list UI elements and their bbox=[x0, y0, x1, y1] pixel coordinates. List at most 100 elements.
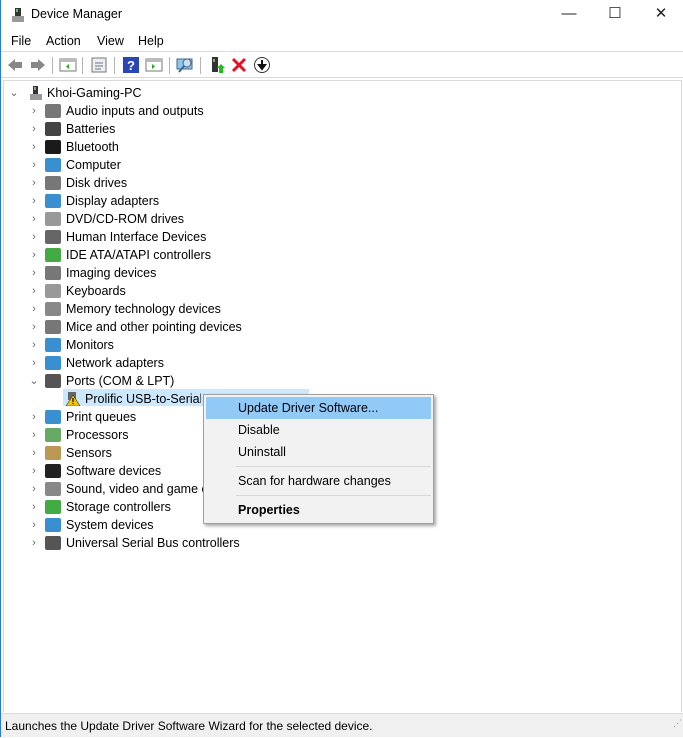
tree-item-mice-and-other-pointing-devices[interactable]: › Mice and other pointing devices bbox=[1, 318, 301, 336]
device-manager-window: Device Manager — ☐ ✕ File Action View He… bbox=[0, 0, 683, 737]
storage-controllers-icon bbox=[45, 500, 61, 514]
chevron-right-icon[interactable]: › bbox=[29, 174, 39, 192]
human-interface-devices-icon bbox=[45, 230, 61, 244]
forward-icon[interactable] bbox=[29, 56, 47, 74]
chevron-right-icon[interactable]: › bbox=[29, 354, 39, 372]
resize-grip-icon[interactable]: ⋰ bbox=[673, 711, 682, 735]
chevron-right-icon[interactable]: › bbox=[29, 210, 39, 228]
menu-item-update-driver[interactable]: Update Driver Software... bbox=[206, 397, 431, 419]
title-bar: Device Manager — ☐ ✕ bbox=[1, 0, 683, 30]
system-devices-icon bbox=[45, 518, 61, 532]
chevron-right-icon[interactable]: › bbox=[29, 336, 39, 354]
menu-item-disable[interactable]: Disable bbox=[206, 419, 431, 441]
chevron-right-icon[interactable]: › bbox=[29, 264, 39, 282]
tree-root[interactable]: ⌄ Khoi-Gaming-PC bbox=[1, 84, 301, 102]
disk-drives-icon bbox=[45, 176, 61, 190]
menu-bar: File Action View Help bbox=[1, 30, 683, 52]
properties-icon[interactable] bbox=[90, 56, 108, 74]
chevron-right-icon[interactable]: › bbox=[29, 192, 39, 210]
audio-inputs-and-outputs-icon bbox=[45, 104, 61, 118]
menu-item-properties[interactable]: Properties bbox=[206, 499, 431, 521]
chevron-right-icon[interactable]: › bbox=[29, 300, 39, 318]
chevron-right-icon[interactable]: › bbox=[29, 408, 39, 426]
tree-item-dvd-cd-rom-drives[interactable]: › DVD/CD-ROM drives bbox=[1, 210, 301, 228]
tree-item-label: Batteries bbox=[66, 122, 116, 136]
mice-and-other-pointing-devices-icon bbox=[45, 320, 61, 334]
memory-technology-devices-icon bbox=[45, 302, 61, 316]
toolbar-separator bbox=[114, 57, 115, 74]
menu-separator bbox=[236, 495, 431, 496]
tree-item-keyboards[interactable]: › Keyboards bbox=[1, 282, 301, 300]
tree-item-bluetooth[interactable]: › Bluetooth bbox=[1, 138, 301, 156]
tree-item-display-adapters[interactable]: › Display adapters bbox=[1, 192, 301, 210]
chevron-right-icon[interactable]: › bbox=[29, 156, 39, 174]
chevron-right-icon[interactable]: › bbox=[29, 516, 39, 534]
tree-item-computer[interactable]: › Computer bbox=[1, 156, 301, 174]
warning-icon bbox=[65, 392, 81, 406]
sensors-icon bbox=[45, 446, 61, 460]
chevron-right-icon[interactable]: › bbox=[29, 426, 39, 444]
tree-item-prolific-device[interactable]: Prolific USB-to-Serial Comm Port bbox=[1, 390, 201, 408]
tree-item-disk-drives[interactable]: › Disk drives bbox=[1, 174, 301, 192]
scan-hardware-icon[interactable] bbox=[176, 56, 194, 74]
tree-item-audio-inputs-and-outputs[interactable]: › Audio inputs and outputs bbox=[1, 102, 301, 120]
help-icon[interactable]: ? bbox=[122, 56, 140, 74]
chevron-down-icon[interactable]: ⌄ bbox=[29, 372, 39, 390]
show-hide-console-tree-icon[interactable] bbox=[59, 56, 77, 74]
status-text: Launches the Update Driver Software Wiza… bbox=[5, 719, 373, 733]
menu-separator bbox=[236, 466, 431, 467]
tree-item-label: Monitors bbox=[66, 338, 114, 352]
tree-item-universal-serial-bus-controllers[interactable]: › Universal Serial Bus controllers bbox=[1, 534, 301, 552]
menu-view[interactable]: View bbox=[97, 34, 124, 48]
close-button[interactable]: ✕ bbox=[638, 0, 683, 30]
chevron-right-icon[interactable]: › bbox=[29, 138, 39, 156]
tree-item-label: Software devices bbox=[66, 464, 162, 478]
tree-item-label: Display adapters bbox=[66, 194, 160, 208]
tree-item-batteries[interactable]: › Batteries bbox=[1, 120, 301, 138]
imaging-devices-icon bbox=[45, 266, 61, 280]
chevron-right-icon[interactable]: › bbox=[29, 480, 39, 498]
maximize-button[interactable]: ☐ bbox=[592, 0, 638, 30]
tree-item-ide-ata-atapi-controllers[interactable]: › IDE ATA/ATAPI controllers bbox=[1, 246, 301, 264]
tree-item-label: DVD/CD-ROM drives bbox=[66, 212, 185, 226]
chevron-right-icon[interactable]: › bbox=[29, 498, 39, 516]
menu-item-uninstall[interactable]: Uninstall bbox=[206, 441, 431, 463]
universal-serial-bus-controllers-icon bbox=[45, 536, 61, 550]
tree-item-monitors[interactable]: › Monitors bbox=[1, 336, 301, 354]
batteries-icon bbox=[45, 122, 61, 136]
bluetooth-icon bbox=[45, 140, 61, 154]
tree-item-network-adapters[interactable]: › Network adapters bbox=[1, 354, 301, 372]
chevron-right-icon[interactable]: › bbox=[29, 534, 39, 552]
tree-item-human-interface-devices[interactable]: › Human Interface Devices bbox=[1, 228, 301, 246]
tree-item-ports-com-lpt[interactable]: ⌄ Ports (COM & LPT) bbox=[1, 372, 301, 390]
tree-item-label: System devices bbox=[66, 518, 154, 532]
tree-item-label: Disk drives bbox=[66, 176, 128, 190]
display-adapters-icon bbox=[45, 194, 61, 208]
menu-file[interactable]: File bbox=[11, 34, 31, 48]
menu-item-scan-hardware[interactable]: Scan for hardware changes bbox=[206, 470, 431, 492]
tree-item-memory-technology-devices[interactable]: › Memory technology devices bbox=[1, 300, 301, 318]
tree-item-imaging-devices[interactable]: › Imaging devices bbox=[1, 264, 301, 282]
toolbar-separator bbox=[82, 57, 83, 74]
chevron-right-icon[interactable]: › bbox=[29, 444, 39, 462]
chevron-right-icon[interactable]: › bbox=[29, 246, 39, 264]
chevron-right-icon[interactable]: › bbox=[29, 282, 39, 300]
tree-item-label: Keyboards bbox=[66, 284, 126, 298]
chevron-right-icon[interactable]: › bbox=[29, 462, 39, 480]
action-pane-icon[interactable] bbox=[145, 56, 163, 74]
chevron-right-icon[interactable]: › bbox=[29, 120, 39, 138]
minimize-button[interactable]: — bbox=[546, 0, 592, 30]
disable-icon[interactable] bbox=[253, 56, 271, 74]
back-icon[interactable] bbox=[6, 56, 24, 74]
window-title: Device Manager bbox=[31, 7, 123, 21]
tree-item-label: Human Interface Devices bbox=[66, 230, 207, 244]
chevron-right-icon[interactable]: › bbox=[29, 318, 39, 336]
chevron-right-icon[interactable]: › bbox=[29, 228, 39, 246]
chevron-right-icon[interactable]: › bbox=[29, 102, 39, 120]
menu-action[interactable]: Action bbox=[46, 34, 81, 48]
menu-help[interactable]: Help bbox=[138, 34, 164, 48]
update-driver-icon[interactable] bbox=[208, 56, 226, 74]
uninstall-icon[interactable] bbox=[230, 56, 248, 74]
toolbar: ? bbox=[1, 53, 683, 78]
chevron-down-icon[interactable]: ⌄ bbox=[9, 84, 19, 102]
